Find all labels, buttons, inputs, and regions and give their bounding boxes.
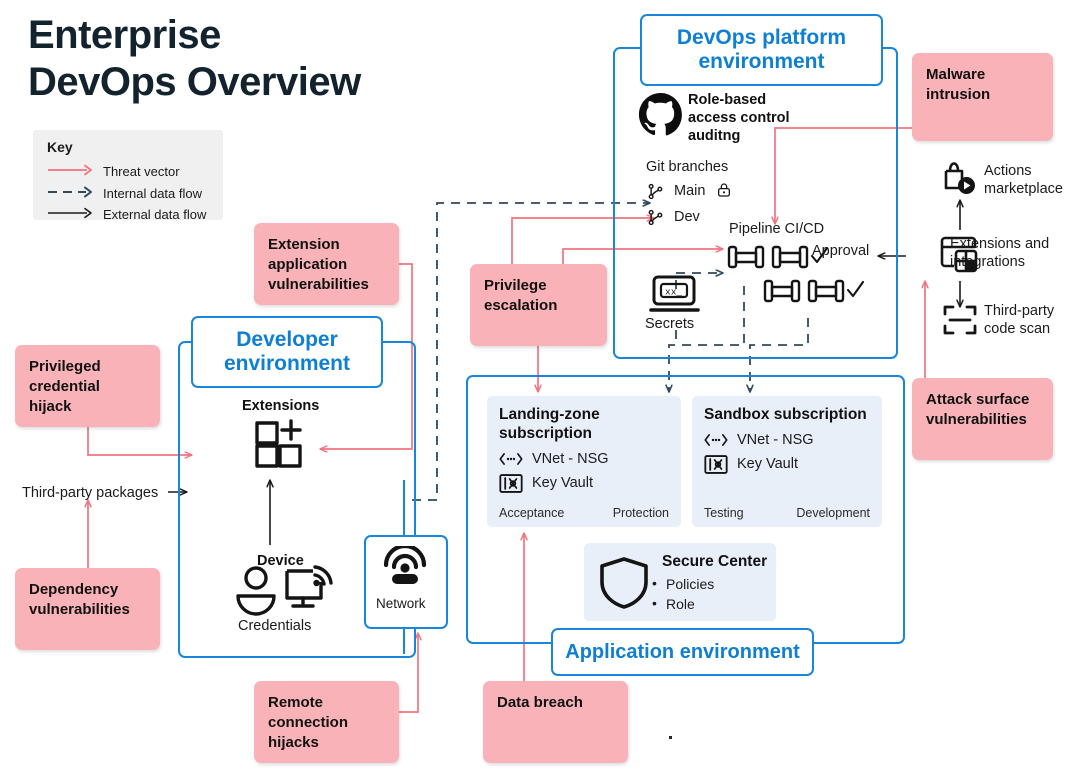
rbac-auditing-label: Role-based access control auditng	[688, 92, 790, 144]
actions-marketplace-label: Actions marketplace	[984, 163, 1063, 197]
secure-center-bullet-role: • Role	[652, 595, 695, 612]
resource-keyvault: Key Vault	[704, 455, 870, 474]
diagram-canvas: Enterprise DevOps Overview Key Threat ve…	[0, 0, 1079, 779]
threat-extension-application-vulnerabilities: Extension application vulnerabilities	[254, 223, 399, 305]
resource-vnet: VNet - NSG	[704, 432, 870, 448]
device-icon	[285, 565, 333, 608]
footer-left: Acceptance	[499, 506, 565, 520]
shield-icon	[600, 557, 648, 609]
arrow-right-icon	[48, 186, 92, 198]
legend-title: Key	[47, 139, 73, 155]
footer-right: Development	[796, 506, 870, 520]
git-branch-dev-label: Dev	[674, 209, 700, 225]
approval-label: Approval	[812, 243, 870, 259]
pipeline-cicd-label: Pipeline CI/CD	[729, 221, 825, 237]
subscription-title: Sandbox subscription	[704, 406, 867, 423]
keyvault-icon	[704, 455, 728, 474]
decorative-dot	[669, 736, 672, 739]
arrow-right-icon	[48, 207, 92, 219]
footer-left: Testing	[704, 506, 744, 520]
application-environment-title: Application environment	[551, 628, 814, 676]
secrets-label: Secrets	[645, 316, 695, 332]
subscription-title: Landing-zone subscription	[499, 406, 600, 442]
extensions-add-icon	[255, 419, 302, 468]
subscription-footer: Acceptance Protection	[499, 506, 669, 520]
threat-malware-intrusion: Malware intrusion	[912, 53, 1053, 141]
title-line-2: DevOps Overview	[28, 60, 361, 105]
extensions-integrations-label: Extensions and integrations	[950, 236, 1050, 270]
resource-label: Key Vault	[532, 475, 593, 492]
threat-remote-connection-hijacks: Remote connection hijacks	[254, 681, 399, 763]
pipeline-stage-row-2	[763, 279, 865, 303]
network-label: Network	[376, 596, 426, 611]
threat-dependency-vulnerabilities: Dependency vulnerabilities	[15, 568, 160, 650]
branch-icon	[648, 183, 663, 200]
secure-center-card: Secure Center • Policies • Role	[584, 543, 776, 621]
console-secrets-icon: xx_	[649, 275, 700, 312]
legend-item-external-data-flow: External data flow	[47, 206, 206, 224]
third-party-packages-label: Third-party packages	[22, 485, 159, 501]
secure-center-bullet-policies: • Policies	[652, 575, 715, 592]
vnet-icon	[704, 433, 728, 446]
svg-text:xx_: xx_	[665, 286, 682, 297]
resource-label: Key Vault	[737, 456, 798, 473]
legend-item-threat-vector: Threat vector	[47, 163, 180, 181]
github-icon	[638, 92, 682, 136]
resource-label: VNet - NSG	[532, 450, 609, 467]
credentials-label: Credentials	[238, 618, 312, 634]
landing-zone-subscription-card: Landing-zone subscription VNet - NSG Key…	[487, 396, 681, 527]
git-branches-heading: Git branches	[646, 159, 729, 175]
title-line-1: Enterprise	[28, 13, 221, 57]
secure-center-title: Secure Center	[662, 553, 768, 570]
third-party-code-scan-label: Third-party code scan	[984, 303, 1055, 337]
subscription-footer: Testing Development	[704, 506, 870, 520]
lock-icon	[718, 183, 730, 197]
legend-key: Key Threat vector Internal data flow Ext…	[33, 130, 223, 222]
footer-right: Protection	[612, 506, 669, 520]
branch-icon	[648, 209, 663, 226]
resource-vnet: VNet - NSG	[499, 451, 669, 467]
legend-item-internal-data-flow: Internal data flow	[47, 185, 202, 203]
legend-label: Threat vector	[103, 164, 180, 179]
arrow-right-icon	[48, 164, 92, 176]
marketplace-icon	[944, 162, 975, 194]
keyvault-icon	[499, 473, 523, 493]
person-icon	[236, 566, 276, 616]
network-icon	[383, 546, 427, 584]
threat-privileged-credential-hijack: Privileged credential hijack	[15, 345, 160, 427]
vnet-icon	[499, 452, 523, 465]
scan-icon	[943, 305, 977, 335]
legend-label: Internal data flow	[103, 186, 203, 201]
devops-platform-environment-title: DevOps platform environment	[640, 14, 883, 86]
sandbox-subscription-card: Sandbox subscription VNet - NSG Key Vaul…	[692, 396, 882, 527]
git-branch-main-label: Main	[674, 183, 706, 199]
threat-privilege-escalation: Privilege escalation	[470, 264, 607, 346]
threat-data-breach: Data breach	[483, 681, 628, 763]
developer-environment-title: Developer environment	[191, 316, 383, 388]
legend-label: External data flow	[103, 207, 207, 222]
threat-attack-surface-vulnerabilities: Attack surface vulnerabilities	[912, 378, 1053, 460]
page-title: Enterprise DevOps Overview	[28, 12, 448, 106]
resource-label: VNet - NSG	[737, 431, 814, 448]
resource-keyvault: Key Vault	[499, 473, 669, 493]
extensions-label: Extensions	[242, 398, 320, 414]
